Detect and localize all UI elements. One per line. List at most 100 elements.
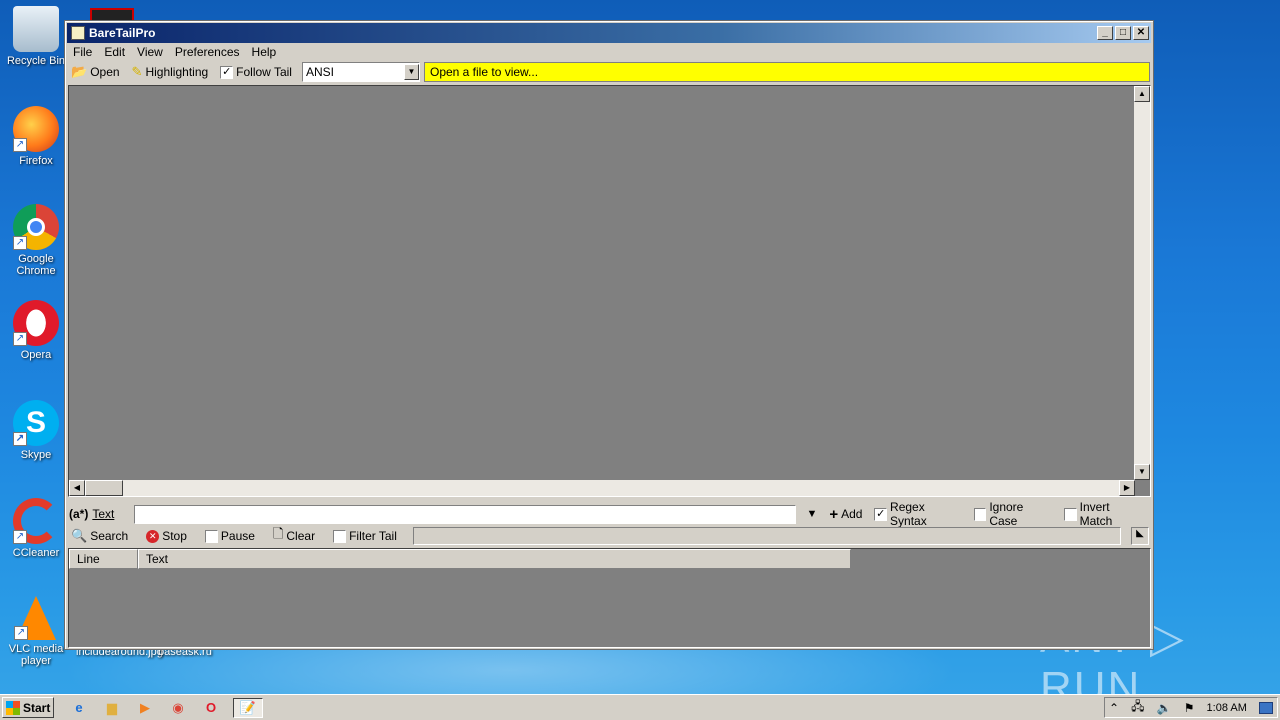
scroll-up-icon[interactable]: ▲	[1134, 86, 1150, 102]
ignore-case-toggle[interactable]: Ignore Case	[972, 500, 1058, 528]
regex-syntax-toggle[interactable]: ✓ Regex Syntax	[872, 500, 967, 528]
chrome-icon: ↗	[13, 204, 59, 250]
menu-edit[interactable]: Edit	[98, 45, 131, 59]
filter-tail-checkbox[interactable]	[333, 529, 347, 543]
windows-logo-icon	[6, 700, 20, 715]
horizontal-scrollbar[interactable]: ◀ ▶	[69, 480, 1135, 496]
baretail-taskbar-button[interactable]: 📝	[233, 697, 263, 718]
pause-checkbox[interactable]	[204, 529, 218, 543]
shortcut-arrow-icon: ↗	[13, 236, 27, 250]
vlc-icon: ↗	[14, 596, 56, 640]
follow-tail-label: Follow Tail	[236, 65, 292, 79]
plus-icon: +	[829, 505, 839, 523]
vertical-scrollbar[interactable]: ▲ ▼	[1134, 86, 1150, 480]
resize-grip-icon[interactable]: ◣	[1131, 527, 1149, 545]
invert-match-checkbox[interactable]	[1064, 507, 1077, 521]
search-results[interactable]: Line Text	[68, 548, 1151, 648]
pause-toggle[interactable]: Pause	[203, 529, 261, 543]
desktop-icon-label: Opera	[20, 349, 52, 361]
menu-view[interactable]: View	[131, 45, 169, 59]
clear-button[interactable]: 🗋 Clear	[271, 525, 321, 547]
stop-button[interactable]: ✕ Stop	[144, 529, 193, 543]
desktop-icon-chrome[interactable]: ↗ Google Chrome	[4, 204, 68, 277]
search-text-input[interactable]	[134, 504, 797, 524]
volume-icon[interactable]: 🔈	[1157, 701, 1172, 715]
folder-open-icon: 📂	[71, 64, 88, 79]
desktop-icon-label: Recycle Bin	[6, 55, 66, 67]
desktop-icon-opera[interactable]: ↗ Opera	[4, 300, 68, 361]
network-icon[interactable]: 🖧	[1131, 697, 1144, 718]
stop-icon: ✕	[146, 529, 160, 543]
desktop-icon-label: Skype	[20, 449, 52, 461]
search-history-chevron-icon[interactable]: ▼	[806, 508, 817, 520]
action-center-flag-icon[interactable]: ⚑	[1184, 701, 1195, 715]
encoding-select[interactable]: ANSI ▼	[301, 62, 420, 82]
chevron-down-icon[interactable]: ▼	[403, 64, 419, 80]
title-bar[interactable]: BareTailPro _ □ ✕	[67, 23, 1151, 43]
menu-preferences[interactable]: Preferences	[169, 45, 246, 59]
horizontal-scroll-thumb[interactable]	[85, 480, 123, 496]
chrome-icon[interactable]: ◉	[167, 698, 189, 718]
minimize-button[interactable]: _	[1097, 26, 1113, 40]
search-button[interactable]: 🔍 Search	[69, 528, 134, 544]
search-text-label: Text	[92, 507, 115, 521]
desktop-icon-skype[interactable]: S ↗ Skype	[4, 400, 68, 461]
desktop-icon-ccleaner[interactable]: ↗ CCleaner	[4, 498, 68, 559]
page-icon: 🗋	[272, 526, 284, 541]
close-button[interactable]: ✕	[1133, 26, 1149, 40]
scroll-right-icon[interactable]: ▶	[1119, 480, 1135, 496]
show-hidden-icons-icon[interactable]: ⌃	[1109, 701, 1119, 715]
media-player-icon[interactable]: ▶	[134, 698, 156, 718]
folder-icon[interactable]: ▆	[101, 698, 123, 718]
internet-explorer-icon[interactable]: e	[68, 698, 90, 718]
open-button[interactable]: 📂 Open	[69, 64, 126, 80]
shortcut-arrow-icon: ↗	[13, 332, 27, 346]
clock[interactable]: 1:08 AM	[1207, 702, 1247, 714]
add-label: Add	[841, 507, 863, 521]
search-label: Search	[90, 529, 129, 543]
start-label: Start	[23, 700, 51, 715]
filter-tail-toggle[interactable]: Filter Tail	[331, 529, 403, 543]
column-header-line[interactable]: Line	[69, 549, 138, 569]
scroll-down-icon[interactable]: ▼	[1134, 464, 1150, 480]
scroll-left-icon[interactable]: ◀	[69, 480, 85, 496]
menu-file[interactable]: File	[67, 45, 98, 59]
file-status-bar: Open a file to view...	[423, 62, 1150, 82]
app-icon	[71, 26, 85, 40]
desktop-icon-recycle-bin[interactable]: Recycle Bin	[4, 6, 68, 67]
desktop-icon-firefox[interactable]: ↗ Firefox	[4, 106, 68, 167]
invert-match-toggle[interactable]: Invert Match	[1062, 500, 1149, 528]
invert-match-label: Invert Match	[1079, 500, 1113, 528]
stop-label: Stop	[162, 529, 187, 543]
shortcut-arrow-icon: ↗	[13, 432, 27, 446]
taskbar: Start e ▆ ▶ ◉ O 📝 ⌃ 🖧 🔈 ⚑ 1:08 AM	[0, 694, 1280, 720]
filter-tail-label: Filter Tail	[349, 529, 397, 543]
column-header-text[interactable]: Text	[138, 549, 851, 569]
desktop-icon-vlc[interactable]: ↗ VLC media player	[4, 596, 68, 667]
shortcut-arrow-icon: ↗	[13, 138, 27, 152]
regex-syntax-label: Regex Syntax	[890, 500, 927, 528]
open-label: Open	[90, 65, 120, 79]
ccleaner-icon: ↗	[13, 498, 59, 544]
desktop-icon-label: Google Chrome	[16, 253, 56, 277]
add-button[interactable]: + Add	[827, 506, 868, 523]
ignore-case-label: Ignore Case	[989, 500, 1024, 528]
log-view[interactable]: ▲ ▼ ◀ ▶	[68, 85, 1151, 497]
regex-syntax-checkbox[interactable]: ✓	[874, 507, 888, 521]
menu-help[interactable]: Help	[246, 45, 283, 59]
highlighting-button[interactable]: ✎ Highlighting	[130, 64, 215, 80]
search-row: (a*) Text ▼ + Add ✓ Regex Syntax Ignore …	[69, 500, 1149, 528]
show-desktop-icon[interactable]	[1259, 701, 1273, 714]
ignore-case-checkbox[interactable]	[973, 507, 987, 521]
search-controls: 🔍 Search ✕ Stop Pause 🗋 Clear Filter Tai…	[69, 526, 1149, 546]
shortcut-arrow-icon: ↗	[13, 530, 27, 544]
skype-icon: S ↗	[13, 400, 59, 446]
search-mode-label[interactable]: (a*)	[69, 507, 88, 521]
maximize-button[interactable]: □	[1115, 26, 1131, 40]
follow-tail-checkbox[interactable]: ✓	[220, 65, 234, 79]
desktop-icon-label: Firefox	[19, 155, 53, 167]
start-button[interactable]: Start	[2, 697, 54, 718]
follow-tail-toggle[interactable]: ✓ Follow Tail	[218, 65, 298, 79]
menu-bar: File Edit View Preferences Help	[65, 43, 1153, 61]
opera-icon[interactable]: O	[200, 698, 222, 718]
